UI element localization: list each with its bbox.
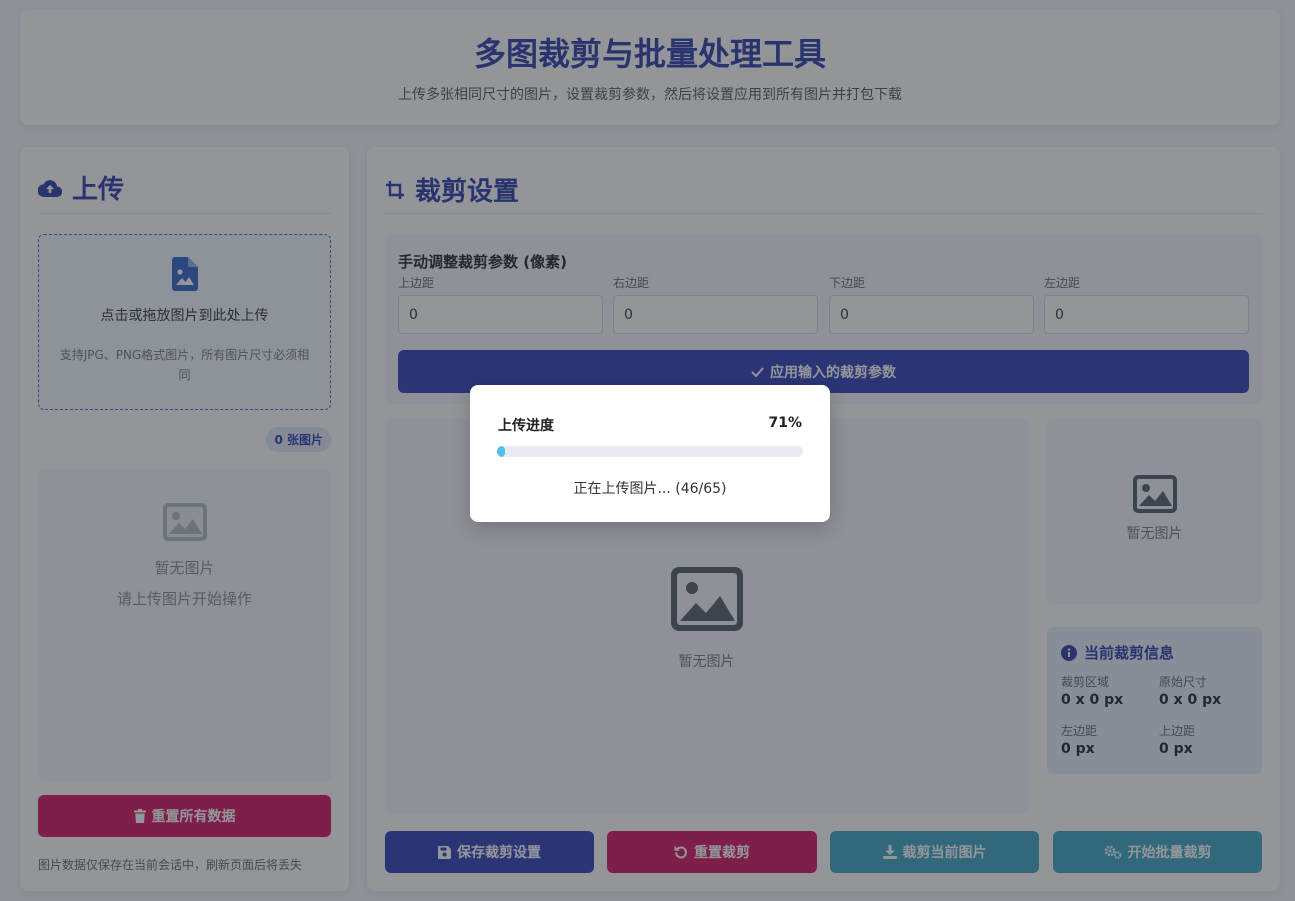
progress-fill: [497, 446, 505, 457]
progress-label: 上传进度: [498, 418, 554, 434]
progress-track: [497, 446, 803, 457]
progress-status: 正在上传图片... (46/65): [573, 481, 727, 497]
progress-percent: 71%: [768, 415, 802, 431]
upload-progress-modal: 上传进度 71% 正在上传图片... (46/65): [470, 385, 830, 522]
